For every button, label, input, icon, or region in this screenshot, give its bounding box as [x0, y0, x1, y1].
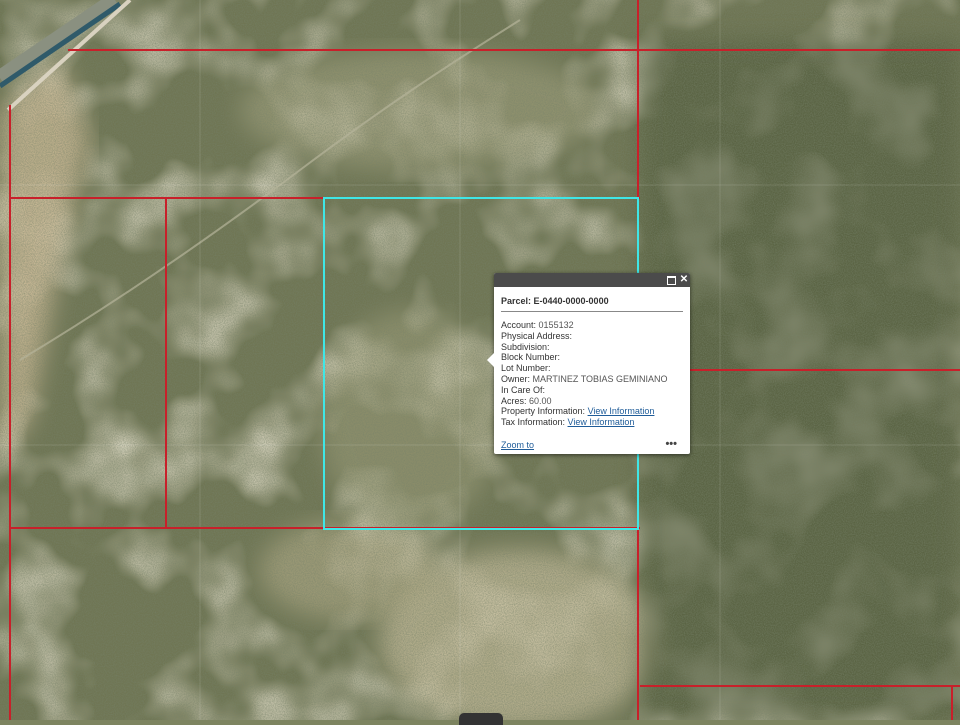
field-in-care-of: In Care Of:	[501, 384, 546, 395]
zoom-to-link[interactable]: Zoom to	[501, 440, 534, 450]
field-owner: Owner: MARTINEZ TOBIAS GEMINIANO	[501, 373, 668, 384]
maximize-icon[interactable]	[666, 275, 676, 285]
aerial-imagery	[0, 0, 960, 720]
popup-titlebar: ✕	[494, 273, 690, 287]
field-physical-address: Physical Address:	[501, 330, 573, 341]
field-property-information: Property Information: View Information	[501, 406, 655, 417]
property-information-link[interactable]: View Information	[588, 406, 655, 416]
close-icon[interactable]: ✕	[679, 275, 689, 285]
parcel-popup: ✕ Parcel: E-0440-0000-0000 Account: 0155…	[487, 273, 690, 454]
field-subdivision: Subdivision:	[501, 341, 550, 352]
map-view[interactable]	[0, 0, 960, 720]
field-tax-information: Tax Information: View Information	[501, 417, 635, 428]
more-actions-icon[interactable]: •••	[665, 438, 677, 450]
popup-pointer	[487, 353, 494, 367]
popup-title: Parcel: E-0440-0000-0000	[501, 296, 683, 312]
attribution-toggle[interactable]	[459, 713, 503, 725]
tax-information-link[interactable]: View Information	[568, 417, 635, 427]
popup-body: Parcel: E-0440-0000-0000 Account: 015513…	[494, 287, 690, 428]
field-account: Account: 0155132	[501, 320, 574, 330]
field-block-number: Block Number:	[501, 352, 561, 363]
field-acres: Acres: 60.00	[501, 395, 552, 406]
field-lot-number: Lot Number:	[501, 363, 551, 374]
popup-footer: Zoom to •••	[501, 438, 683, 452]
